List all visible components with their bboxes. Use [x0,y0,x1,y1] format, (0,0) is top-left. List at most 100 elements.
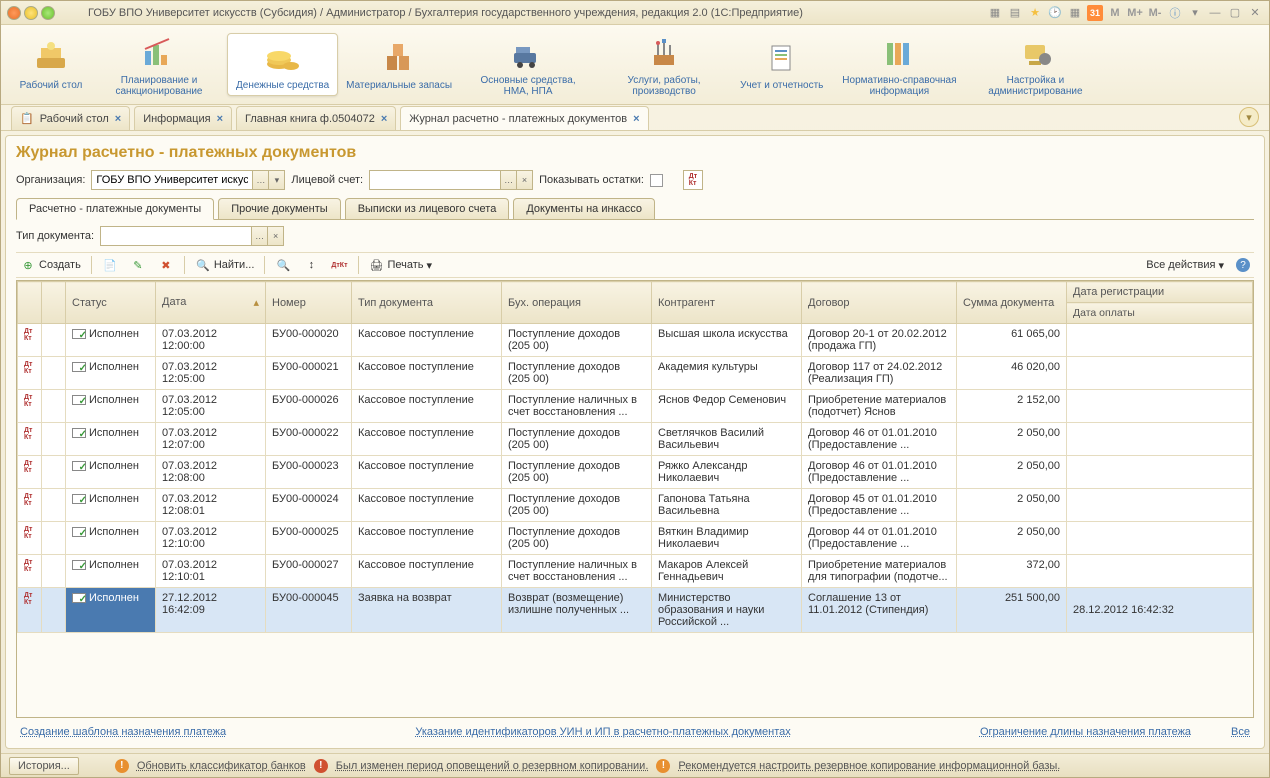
ellipsis-icon[interactable]: … [252,171,268,189]
section-money[interactable]: Денежные средства [227,33,338,96]
close-icon[interactable]: × [633,113,639,125]
col-pay[interactable]: Дата оплаты [1067,303,1253,324]
toolbar-icon[interactable]: ▤ [1007,5,1023,21]
clear-icon[interactable]: × [267,227,283,245]
tab-journal[interactable]: Журнал расчетно - платежных документов× [400,106,648,130]
copy-button[interactable]: 📄 [98,255,122,275]
m-plus-button[interactable]: M+ [1127,5,1143,21]
delete-button[interactable]: ✖ [154,255,178,275]
m-minus-button[interactable]: M- [1147,5,1163,21]
section-services[interactable]: Услуги, работы, производство [596,29,732,101]
table-row[interactable]: ДтКтИсполнен07.03.2012 12:08:00БУ00-0000… [18,456,1253,489]
chevron-down-icon[interactable]: ▾ [1239,107,1259,127]
table-row[interactable]: ДтКтИсполнен07.03.2012 12:10:01БУ00-0000… [18,555,1253,588]
minimize-icon[interactable]: — [1207,5,1223,21]
ellipsis-icon[interactable]: … [500,171,516,189]
col-reg[interactable]: Дата регистрации [1067,282,1253,303]
section-desktop[interactable]: Рабочий стол [11,34,91,95]
doctype-input[interactable] [101,227,251,245]
history-icon[interactable]: 🕑 [1047,5,1063,21]
section-assets[interactable]: Основные средства, НМА, НПА [460,29,596,101]
account-input[interactable] [370,171,500,189]
toolbar-icon[interactable]: ▦ [987,5,1003,21]
link-limit[interactable]: Ограничение длины назначения платежа [980,726,1191,738]
tab-desktop[interactable]: 📋Рабочий стол× [11,106,130,130]
link-template[interactable]: Создание шаблона назначения платежа [20,726,226,738]
print-button[interactable]: 🖨Печать▾ [365,255,437,275]
col-amount[interactable]: Сумма документа [957,282,1067,324]
table-row[interactable]: ДтКтИсполнен07.03.2012 12:00:00БУ00-0000… [18,324,1253,357]
warning-icon: ! [314,759,328,773]
history-button[interactable]: История... [9,757,79,775]
edit-button[interactable]: ✎ [126,255,150,275]
table-row[interactable]: ДтКтИсполнен07.03.2012 12:07:00БУ00-0000… [18,423,1253,456]
org-combo[interactable]: … ▾ [91,170,285,190]
status-cell: Исполнен [66,357,156,390]
subtab-inkasso[interactable]: Документы на инкассо [513,198,655,219]
help-icon[interactable]: ⓘ [1167,5,1183,21]
m-button[interactable]: M [1107,5,1123,21]
status-icon [72,461,86,471]
section-materials[interactable]: Материальные запасы [338,34,460,95]
col-contract[interactable]: Договор [802,282,957,324]
close-icon[interactable]: ✕ [1247,5,1263,21]
find-button[interactable]: 🔍Найти... [191,255,259,275]
balance-checkbox[interactable] [650,174,663,187]
col-doctype[interactable]: Тип документа [352,282,502,324]
close-icon[interactable]: × [115,113,121,125]
col-number[interactable]: Номер [266,282,352,324]
subtab-payments[interactable]: Расчетно - платежные документы [16,198,214,220]
account-combo[interactable]: … × [369,170,533,190]
calendar-icon[interactable]: 31 [1087,5,1103,21]
dropdown-icon[interactable]: ▾ [1187,5,1203,21]
section-reference[interactable]: Нормативно-справочная информация [831,29,967,101]
clear-icon[interactable]: × [516,171,532,189]
ellipsis-icon[interactable]: … [251,227,267,245]
col-operation[interactable]: Бух. операция [502,282,652,324]
col-date[interactable]: Дата ▴ [156,282,266,324]
clear-find-button[interactable]: 🔍 [271,255,295,275]
doctype-combo[interactable]: … × [100,226,284,246]
col-counterparty[interactable]: Контрагент [652,282,802,324]
table-row[interactable]: ДтКтИсполнен07.03.2012 12:10:00БУ00-0000… [18,522,1253,555]
link-uin[interactable]: Указание идентификаторов УИН и ИП в расч… [415,726,790,738]
document-table[interactable]: Статус Дата ▴ Номер Тип документа Бух. о… [16,280,1254,718]
close-icon[interactable]: × [381,113,387,125]
dtkt-action[interactable]: ДтКт [327,260,351,271]
all-actions-button[interactable]: Все действия▾ [1142,257,1228,274]
dtkt-cell: ДтКт [18,555,42,588]
calculator-icon[interactable]: ▦ [1067,5,1083,21]
maximize-icon[interactable]: ▢ [1227,5,1243,21]
col-status[interactable]: Статус [66,282,156,324]
link-all[interactable]: Все [1231,726,1250,738]
help-button[interactable]: ? [1232,256,1254,274]
rows-button[interactable]: ↕ [299,255,323,275]
table-row[interactable]: ДтКтИсполнен07.03.2012 12:05:00БУ00-0000… [18,357,1253,390]
table-row[interactable]: ДтКтИсполнен27.12.2012 16:42:09БУ00-0000… [18,588,1253,633]
close-icon[interactable]: × [217,113,223,125]
table-row[interactable]: ДтКтИсполнен07.03.2012 12:08:01БУ00-0000… [18,489,1253,522]
tab-ledger[interactable]: Главная книга ф.0504072× [236,106,396,130]
subtab-other[interactable]: Прочие документы [218,198,341,219]
status-msg-backup[interactable]: Был изменен период оповещений о резервно… [336,760,649,772]
dtkt-button[interactable]: ДтКт [683,170,703,190]
create-button[interactable]: ⊕Создать [16,255,85,275]
org-input[interactable] [92,171,252,189]
window-min-mac[interactable] [24,6,38,20]
dtkt-cell: ДтКт [18,588,42,633]
status-icon [72,428,86,438]
table-row[interactable]: ДтКтИсполнен07.03.2012 12:05:00БУ00-0000… [18,390,1253,423]
section-admin[interactable]: Настройка и администрирование [967,29,1103,101]
status-icon [72,329,86,339]
window-max-mac[interactable] [41,6,55,20]
window-close-mac[interactable] [7,6,21,20]
status-msg-backup2[interactable]: Рекомендуется настроить резервное копиро… [678,760,1060,772]
status-cell: Исполнен [66,390,156,423]
section-reports[interactable]: Учет и отчетность [732,34,831,95]
dropdown-icon[interactable]: ▾ [268,171,284,189]
subtab-statements[interactable]: Выписки из лицевого счета [345,198,510,219]
tab-info[interactable]: Информация× [134,106,232,130]
status-msg-banks[interactable]: Обновить классификатор банков [137,760,306,772]
section-planning[interactable]: Планирование и санкционирование [91,29,227,101]
favorite-icon[interactable]: ★ [1027,5,1043,21]
